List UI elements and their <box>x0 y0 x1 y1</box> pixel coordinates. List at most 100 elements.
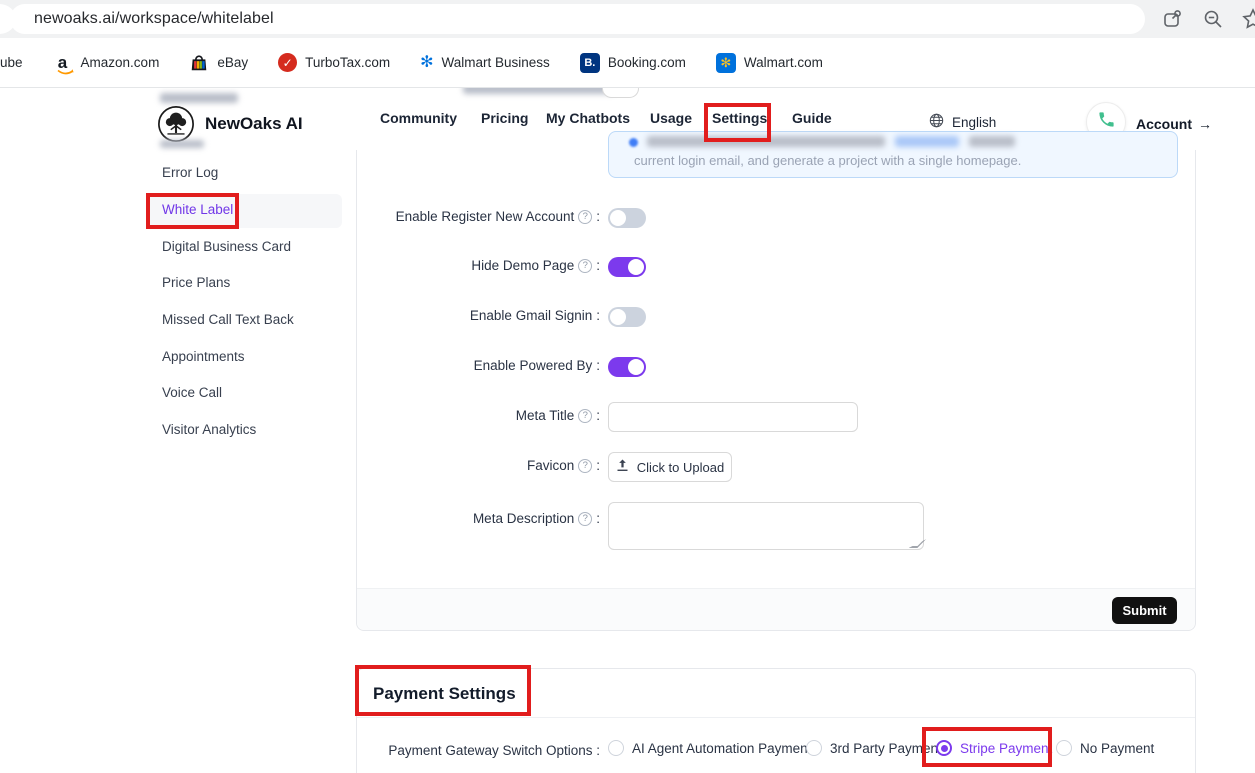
divider <box>357 717 1195 718</box>
radio-dot <box>941 745 948 752</box>
favorites-star-icon[interactable] <box>1241 7 1255 31</box>
bookmark-turbotax[interactable]: ✓ TurboTax.com <box>278 53 390 72</box>
toggle-gmail-signin[interactable] <box>608 307 646 327</box>
sidebar-item-error-log[interactable]: Error Log <box>162 165 218 180</box>
click-to-upload-button[interactable]: Click to Upload <box>608 452 732 482</box>
bookmark-ebay[interactable]: eBay <box>189 53 248 73</box>
nav-community[interactable]: Community <box>380 110 457 126</box>
field-label-meta-description: Meta Description ? : <box>300 511 600 526</box>
toggle-knob <box>610 309 626 325</box>
turbotax-check-icon: ✓ <box>278 53 297 72</box>
field-label-meta-title: Meta Title ? : <box>300 408 600 423</box>
radio-label: Stripe Payment <box>960 741 1052 756</box>
radio-ai-agent-automation-payment[interactable]: AI Agent Automation Payment <box>608 740 811 756</box>
toggle-knob <box>628 259 644 275</box>
help-icon[interactable]: ? <box>578 459 592 473</box>
browser-toolbar: newoaks.ai/workspace/whitelabel <box>0 0 1255 38</box>
radio-circle-selected[interactable] <box>936 740 952 756</box>
payment-settings-title: Payment Settings <box>373 684 516 704</box>
upload-icon <box>616 459 629 475</box>
brand-title: NewOaks AI <box>205 114 303 134</box>
sidebar-item-digital-business-card[interactable]: Digital Business Card <box>162 239 291 254</box>
bookmarks-bar: ube a Amazon.com eBay <box>0 38 1255 88</box>
password-key-icon[interactable] <box>1161 7 1185 31</box>
field-label-gmail-signin: Enable Gmail Signin : <box>300 308 600 323</box>
sidebar-item-visitor-analytics[interactable]: Visitor Analytics <box>162 422 256 437</box>
sidebar-item-appointments[interactable]: Appointments <box>162 349 245 364</box>
nav-my-chatbots[interactable]: My Chatbots <box>546 110 630 126</box>
redacted-banner-link <box>895 136 959 147</box>
payment-gateway-label: Payment Gateway Switch Options : <box>300 743 600 758</box>
radio-circle[interactable] <box>608 740 624 756</box>
sidebar-item-price-plans[interactable]: Price Plans <box>162 275 230 290</box>
sidebar-item-white-label[interactable]: White Label <box>162 202 233 217</box>
bookmark-walmart-business[interactable]: ✻ Walmart Business <box>420 55 550 71</box>
submit-button[interactable]: Submit <box>1112 597 1177 624</box>
meta-description-textarea[interactable] <box>608 502 924 550</box>
arrow-right-icon: → <box>1198 116 1212 132</box>
toggle-knob <box>628 359 644 375</box>
page-content: NewOaks AI Error Log White Label Digital… <box>0 88 1255 773</box>
language-label: English <box>952 115 996 130</box>
newoaks-logo-icon <box>157 105 195 143</box>
walmart-spark-yellow-icon: ✻ <box>716 53 736 73</box>
bookmark-label: Walmart Business <box>442 55 550 70</box>
toolbar-icon-group <box>1161 0 1255 38</box>
upload-label: Click to Upload <box>637 460 724 475</box>
redacted-banner-text-2 <box>969 136 1015 147</box>
screen: newoaks.ai/workspace/whitelabel <box>0 0 1255 773</box>
walmart-spark-icon: ✻ <box>420 55 433 71</box>
zoom-out-icon[interactable] <box>1201 7 1225 31</box>
nav-pricing[interactable]: Pricing <box>481 110 528 126</box>
field-label-powered-by: Enable Powered By : <box>300 358 600 373</box>
sidebar-item-voice-call[interactable]: Voice Call <box>162 385 222 400</box>
radio-label: AI Agent Automation Payment <box>632 741 811 756</box>
ebay-bag-icon <box>189 53 209 73</box>
radio-label: No Payment <box>1080 741 1154 756</box>
meta-title-input[interactable] <box>608 402 858 432</box>
bookmark-label: TurboTax.com <box>305 55 390 70</box>
redacted-sidebar-subtext <box>160 140 204 148</box>
url-text: newoaks.ai/workspace/whitelabel <box>34 10 274 28</box>
toggle-enable-register[interactable] <box>608 208 646 228</box>
radio-3rd-party-payment[interactable]: 3rd Party Payment <box>806 740 942 756</box>
bookmark-label: Booking.com <box>608 55 686 70</box>
help-icon[interactable]: ? <box>578 210 592 224</box>
nav-usage[interactable]: Usage <box>650 110 692 126</box>
radio-circle[interactable] <box>1056 740 1072 756</box>
info-icon <box>629 138 638 147</box>
toggle-powered-by[interactable] <box>608 357 646 377</box>
help-icon[interactable]: ? <box>578 409 592 423</box>
sidebar-item-missed-call-text-back[interactable]: Missed Call Text Back <box>162 312 294 327</box>
bookmark-walmart-com[interactable]: ✻ Walmart.com <box>716 53 823 73</box>
bookmark-label: ube <box>0 55 23 70</box>
bookmark-label: eBay <box>217 55 248 70</box>
bookmark-label: Walmart.com <box>744 55 823 70</box>
language-selector[interactable]: English <box>929 113 996 131</box>
bookmark-youtube-partial[interactable]: ube <box>0 55 23 70</box>
nav-settings[interactable]: Settings <box>712 110 767 126</box>
radio-label: 3rd Party Payment <box>830 741 942 756</box>
nav-guide[interactable]: Guide <box>792 110 832 126</box>
help-icon[interactable]: ? <box>578 259 592 273</box>
toggle-knob <box>610 210 626 226</box>
address-bar[interactable]: newoaks.ai/workspace/whitelabel <box>10 4 1145 34</box>
redacted-sidebar-text <box>160 93 238 103</box>
radio-circle[interactable] <box>806 740 822 756</box>
field-label-hide-demo: Hide Demo Page ? : <box>300 258 600 273</box>
field-label-favicon: Favicon ? : <box>300 458 600 473</box>
bookmark-label: Amazon.com <box>81 55 160 70</box>
account-label: Account <box>1136 116 1192 132</box>
booking-b-icon: B. <box>580 53 600 73</box>
redacted-banner-text <box>647 136 885 147</box>
card-footer: Submit <box>357 588 1195 630</box>
radio-no-payment[interactable]: No Payment <box>1056 740 1154 756</box>
bookmark-booking[interactable]: B. Booking.com <box>580 53 686 73</box>
account-link[interactable]: Account → <box>1136 116 1212 132</box>
globe-icon <box>929 113 944 131</box>
amazon-icon: a <box>53 53 73 73</box>
toggle-hide-demo[interactable] <box>608 257 646 277</box>
radio-stripe-payment[interactable]: Stripe Payment <box>936 740 1052 756</box>
help-icon[interactable]: ? <box>578 512 592 526</box>
bookmark-amazon[interactable]: a Amazon.com <box>53 53 160 73</box>
